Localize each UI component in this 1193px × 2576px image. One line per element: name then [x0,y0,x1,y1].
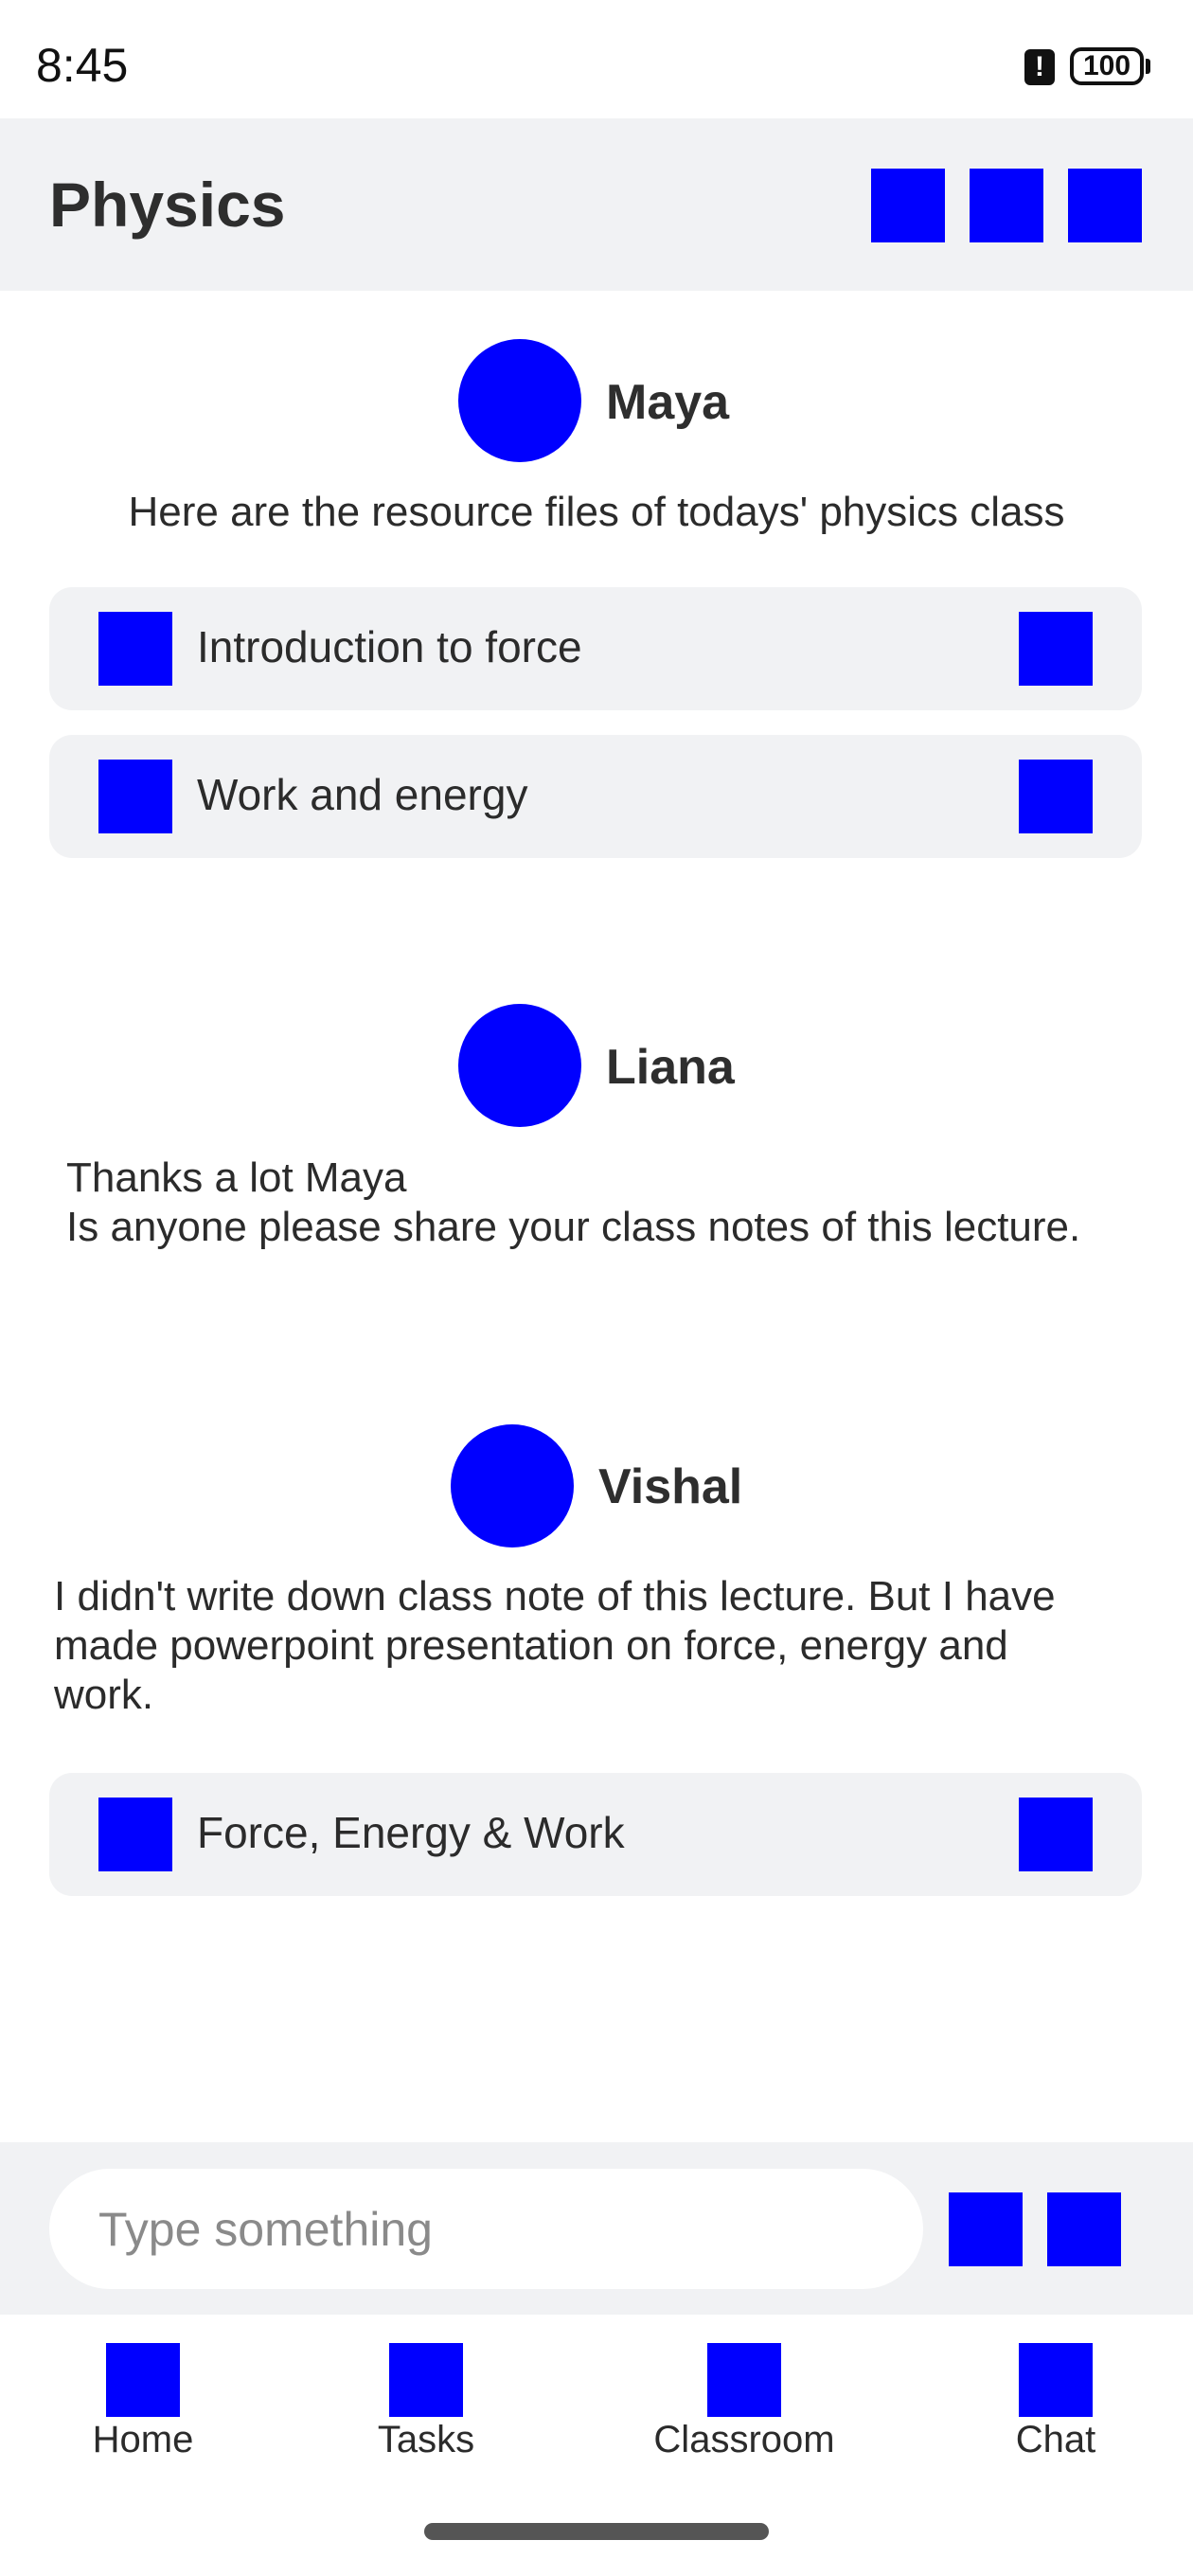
status-time: 8:45 [36,39,129,92]
nav-label: Home [92,2419,194,2460]
header-action-2-icon[interactable] [970,169,1043,242]
download-icon[interactable] [1019,760,1093,833]
sender-name: Maya [606,375,730,430]
chat-icon [1019,2343,1093,2417]
file-icon [98,1798,172,1871]
nav-chat[interactable]: Chat [1004,2343,1108,2461]
message-text: Here are the resource files of todays' p… [128,489,1065,535]
header-action-1-icon[interactable] [871,169,945,242]
status-bar [0,0,1193,118]
send-button-icon[interactable] [1047,2192,1121,2266]
file-name: Introduction to force [197,622,582,671]
file-card[interactable]: Force, Energy & Work [49,1773,1142,1896]
home-indicator[interactable] [424,2523,769,2540]
download-icon[interactable] [1019,1798,1093,1871]
file-icon [98,760,172,833]
message-text-line: made powerpoint presentation on force, e… [54,1622,1008,1669]
download-icon[interactable] [1019,612,1093,686]
message-input[interactable] [49,2169,923,2289]
classroom-icon [707,2343,781,2417]
nav-label: Classroom [653,2419,835,2460]
message-text-line: Thanks a lot Maya [66,1154,407,1201]
nav-classroom[interactable]: Classroom [650,2343,839,2461]
attach-button-icon[interactable] [949,2192,1023,2266]
battery-tip [1146,59,1150,74]
home-icon [106,2343,180,2417]
alert-icon: ! [1024,49,1055,85]
nav-label: Chat [1015,2419,1096,2460]
header-action-3-icon[interactable] [1068,169,1142,242]
tasks-icon [389,2343,463,2417]
file-name: Force, Energy & Work [197,1808,625,1857]
file-card[interactable]: Introduction to force [49,587,1142,710]
nav-label: Tasks [377,2419,475,2460]
sender-name: Liana [606,1040,735,1095]
message-text-line: I didn't write down class note of this l… [54,1573,1056,1619]
file-icon [98,612,172,686]
message-text-line: work. [54,1672,154,1718]
avatar[interactable] [458,1004,581,1127]
battery-icon: 100 [1070,47,1144,85]
page-title: Physics [49,170,286,240]
avatar[interactable] [451,1424,574,1547]
message-text-line: Is anyone please share your class notes … [66,1204,1081,1250]
file-name: Work and energy [197,770,528,819]
nav-tasks[interactable]: Tasks [374,2343,478,2461]
file-card[interactable]: Work and energy [49,735,1142,858]
nav-home[interactable]: Home [91,2343,195,2461]
avatar[interactable] [458,339,581,462]
sender-name: Vishal [598,1459,743,1514]
